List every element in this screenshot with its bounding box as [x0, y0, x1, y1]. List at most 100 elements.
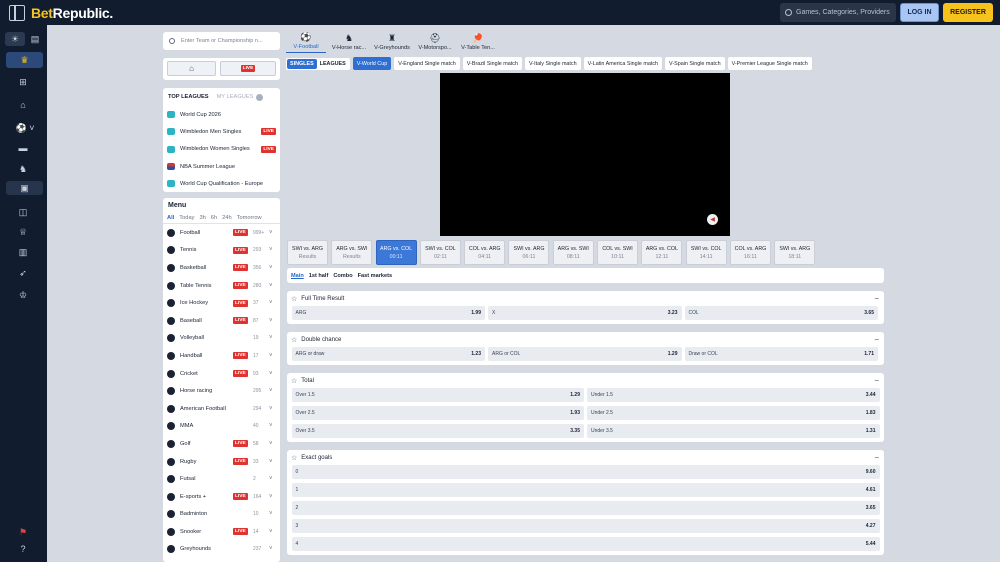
- match-card[interactable]: ARG vs. COL 12:11: [641, 240, 683, 265]
- match-card[interactable]: SWI vs. ARG Results: [287, 240, 328, 265]
- tab-v-table-ten[interactable]: 🏓 V-Table Ten...: [458, 31, 498, 53]
- market-tab[interactable]: Combo: [333, 273, 352, 279]
- sidebar-item-basketball[interactable]: Basketball LIVE 356 ˅: [163, 259, 280, 277]
- match-card[interactable]: SWI vs. ARG 06:11: [508, 240, 550, 265]
- sidebar-item-handball[interactable]: Handball LIVE 17 ˅: [163, 347, 280, 365]
- tab-v-football[interactable]: ⚽ V-Football: [286, 31, 326, 53]
- chevron-down-icon[interactable]: ˅: [269, 406, 273, 412]
- odds-button[interactable]: Over 2.5 1.93: [291, 406, 584, 420]
- market-tab[interactable]: Fast markets: [358, 273, 393, 279]
- chevron-down-icon[interactable]: ˅: [269, 423, 273, 429]
- filter-6h[interactable]: 6h: [211, 215, 217, 221]
- toggle-leagues[interactable]: LEAGUES: [317, 59, 349, 69]
- odds-button[interactable]: Under 1.5 3.44: [587, 388, 880, 402]
- match-card[interactable]: SWI vs. ARG 18:11: [774, 240, 816, 265]
- tab-v-greyhounds[interactable]: ♜ V-Greyhounds: [372, 31, 412, 53]
- sidebar-item-american-football[interactable]: American Football 294 ˅: [163, 400, 280, 418]
- crown-icon[interactable]: ♔: [13, 288, 33, 302]
- header-search-input[interactable]: Games, Categories, Providers: [780, 3, 896, 22]
- league-item[interactable]: Wimbledon Women Singles LIVE: [163, 141, 280, 158]
- odds-button[interactable]: Draw or COL 1.71: [684, 347, 878, 361]
- trophy-icon[interactable]: ♛: [6, 52, 43, 68]
- screen-icon[interactable]: ▣: [6, 181, 43, 195]
- chevron-down-icon[interactable]: ˅: [269, 546, 273, 552]
- filter-all[interactable]: All: [167, 215, 174, 221]
- odds-button[interactable]: 3 4.27: [291, 519, 880, 533]
- odds-button[interactable]: ARG or draw 1.23: [291, 347, 485, 361]
- market-header[interactable]: ☆ Double chance −: [287, 332, 884, 347]
- odds-button[interactable]: 4 5.44: [291, 537, 880, 551]
- logo[interactable]: BetRepublic.: [31, 5, 113, 21]
- sun-icon[interactable]: ☀: [5, 32, 25, 46]
- chevron-down-icon[interactable]: ˅: [269, 300, 273, 306]
- register-button[interactable]: REGISTER: [943, 3, 993, 22]
- competition-chip[interactable]: V-World Cup: [352, 57, 392, 70]
- odds-button[interactable]: X 3.23: [488, 306, 682, 320]
- team-search-input[interactable]: Enter Team or Championship n...: [163, 32, 280, 50]
- odds-button[interactable]: ARG 1.99: [291, 306, 485, 320]
- sidebar-toggle-icon[interactable]: [9, 4, 25, 21]
- chevron-down-icon[interactable]: ˅: [269, 371, 273, 377]
- filter-24h[interactable]: 24h: [222, 215, 232, 221]
- chevron-down-icon[interactable]: ˅: [269, 318, 273, 324]
- basket-icon[interactable]: ◫: [13, 205, 33, 219]
- league-item[interactable]: NBA Summer League: [163, 158, 280, 175]
- market-header[interactable]: ☆ Total −: [287, 373, 884, 388]
- chevron-down-icon[interactable]: ˅: [269, 388, 273, 394]
- market-tab[interactable]: 1st half: [309, 273, 329, 279]
- collapse-icon[interactable]: −: [874, 376, 879, 385]
- tab-top-leagues[interactable]: TOP LEAGUES: [168, 94, 209, 100]
- sidebar-item-tennis[interactable]: Tennis LIVE 293 ˅: [163, 242, 280, 260]
- info-icon[interactable]: [256, 93, 264, 101]
- sidebar-item-cricket[interactable]: Cricket LIVE 93 ˅: [163, 365, 280, 383]
- chevron-down-icon[interactable]: ˅: [269, 265, 273, 271]
- chevron-down-icon[interactable]: ˅: [269, 511, 273, 517]
- match-card[interactable]: ARG vs. SWI 08:11: [552, 240, 594, 265]
- market-header[interactable]: ☆ Exact goals −: [287, 450, 884, 465]
- collapse-icon[interactable]: −: [874, 453, 879, 462]
- home-icon[interactable]: ⌂: [13, 98, 33, 112]
- odds-button[interactable]: Over 1.5 1.29: [291, 388, 584, 402]
- football-icon[interactable]: ⚽ ˅: [13, 121, 37, 135]
- sidebar-item-ice-hockey[interactable]: Ice Hockey LIVE 37 ˅: [163, 294, 280, 312]
- competition-chip[interactable]: V-Spain Single match: [665, 57, 725, 70]
- toggle-singles[interactable]: SINGLES: [287, 58, 317, 69]
- chevron-down-icon[interactable]: ˅: [269, 529, 273, 535]
- match-card[interactable]: ARG vs. COL 00:11: [375, 240, 417, 265]
- login-button[interactable]: LOG IN: [900, 3, 939, 22]
- chevron-down-icon[interactable]: ˅: [269, 353, 273, 359]
- sidebar-item-rugby[interactable]: Rugby LIVE 33 ˅: [163, 453, 280, 471]
- tab-my-leagues[interactable]: MY LEAGUES: [217, 94, 254, 100]
- sidebar-item-golf[interactable]: Golf LIVE 58 ˅: [163, 435, 280, 453]
- sidebar-item-volleyball[interactable]: Volleyball 19 ˅: [163, 330, 280, 348]
- odds-button[interactable]: 2 3.65: [291, 501, 880, 515]
- star-icon[interactable]: ☆: [291, 377, 297, 385]
- chart-icon[interactable]: ▥: [13, 245, 33, 259]
- match-card[interactable]: SWI vs. COL 14:11: [685, 240, 727, 265]
- match-card[interactable]: ARG vs. SWI Results: [331, 240, 373, 265]
- competition-chip[interactable]: V-England Single match: [394, 57, 460, 70]
- video-player[interactable]: ◀: [440, 73, 730, 236]
- star-icon[interactable]: ☆: [291, 336, 297, 344]
- match-card[interactable]: COL vs. ARG 16:11: [729, 240, 771, 265]
- odds-button[interactable]: Over 3.5 3.35: [291, 424, 584, 438]
- match-card[interactable]: COL vs. SWI 10:11: [597, 240, 639, 265]
- chevron-down-icon[interactable]: ˅: [269, 283, 273, 289]
- market-header[interactable]: ☆ Full Time Result −: [287, 291, 884, 306]
- match-card[interactable]: COL vs. ARG 04:11: [464, 240, 506, 265]
- live-button[interactable]: LIVE: [220, 61, 276, 76]
- odds-button[interactable]: 1 4.61: [291, 483, 880, 497]
- sidebar-item-futsal[interactable]: Futsal 2 ˅: [163, 470, 280, 488]
- chevron-down-icon[interactable]: ˅: [269, 247, 273, 253]
- mute-icon[interactable]: ◀: [707, 214, 718, 225]
- star-icon[interactable]: ☆: [291, 295, 297, 303]
- sidebar-item-football[interactable]: Football LIVE 999+ ˅: [163, 224, 280, 242]
- sidebar-item-snooker[interactable]: Snooker LIVE 14 ˅: [163, 523, 280, 541]
- filter-3h[interactable]: 3h: [199, 215, 205, 221]
- horse-icon[interactable]: ♞: [13, 162, 33, 176]
- tab-v-motorspo[interactable]: ⛑ V-Motorspo...: [415, 31, 455, 53]
- gift-icon[interactable]: ⊞: [13, 75, 33, 89]
- trophy-outline-icon[interactable]: ♕: [13, 225, 33, 239]
- chevron-down-icon[interactable]: ˅: [269, 476, 273, 482]
- singles-leagues-toggle[interactable]: SINGLES LEAGUES: [286, 57, 350, 70]
